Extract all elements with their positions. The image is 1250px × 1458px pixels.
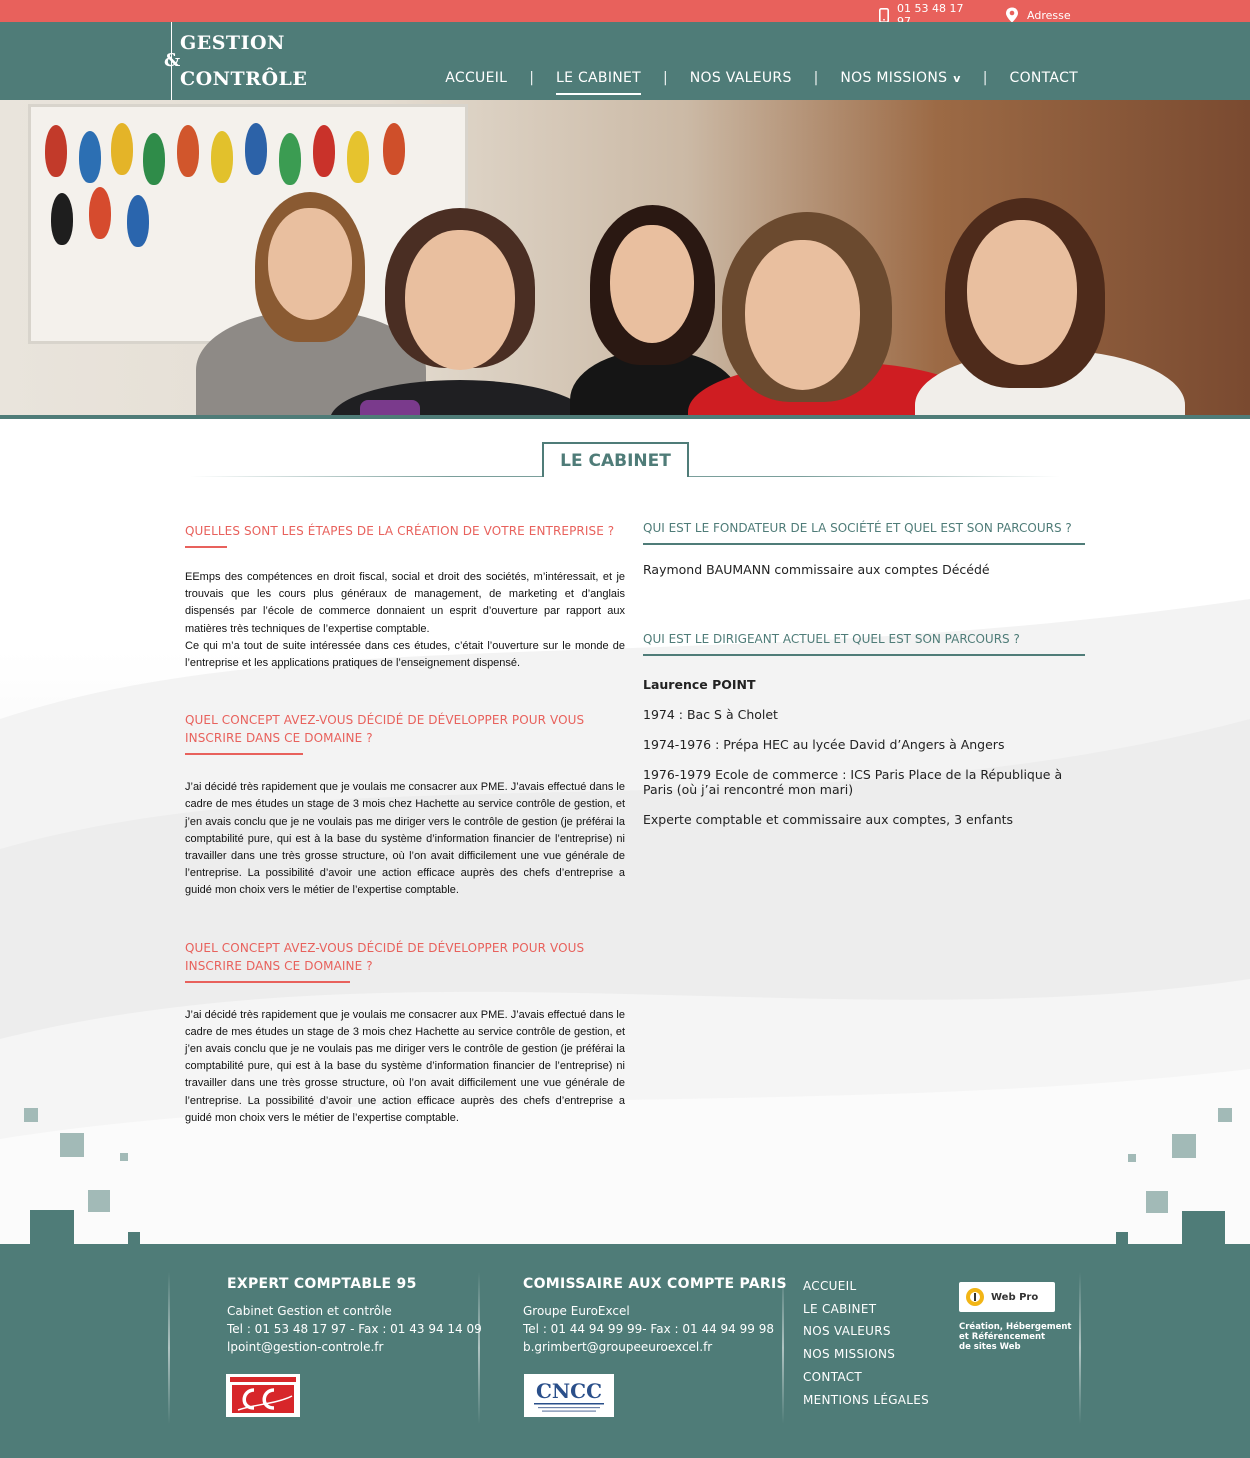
decor-square	[1182, 1211, 1225, 1244]
logo-ampersand: &	[164, 50, 181, 71]
question-underline	[185, 753, 303, 756]
footer-col-title: COMISSAIRE AUX COMPTE PARIS	[523, 1276, 787, 1292]
qa-block: QUELLES SONT LES ÉTAPES DE LA CRÉATION D…	[185, 522, 625, 672]
timeline-item: 1974 : Bac S à Cholet	[643, 707, 778, 722]
footer-divider	[1079, 1272, 1081, 1424]
question-heading: QUEL CONCEPT AVEZ-VOUS DÉCIDÉ DE DÉVELOP…	[185, 940, 585, 973]
footer-divider	[168, 1272, 170, 1424]
question-underline	[185, 980, 350, 983]
footer-link-le-cabinet[interactable]: LE CABINET	[803, 1298, 929, 1321]
decor-square	[30, 1210, 74, 1244]
decor-square	[1172, 1134, 1196, 1158]
footer-col-title: EXPERT COMPTABLE 95	[227, 1276, 417, 1292]
footer-col-commissaire: COMISSAIRE AUX COMPTE PARIS Groupe EuroE…	[523, 1276, 787, 1356]
leader-underline	[643, 654, 1085, 656]
footer-phones: Tel : 01 53 48 17 97 - Fax : 01 43 94 14…	[227, 1322, 482, 1336]
footer-col-expert: EXPERT COMPTABLE 95 Cabinet Gestion et c…	[227, 1276, 482, 1356]
footer-email[interactable]: lpoint@gestion-controle.fr	[227, 1338, 482, 1356]
mobile-phone-icon	[879, 7, 889, 23]
decor-square	[88, 1190, 110, 1212]
cncc-logo[interactable]: CNCC	[524, 1374, 614, 1417]
answer-paragraph: J’ai décidé très rapidement que je voula…	[185, 781, 625, 897]
decor-square	[1116, 1232, 1128, 1244]
ordre-experts-comptables-logo[interactable]	[226, 1374, 300, 1417]
answer-paragraph: EEmps des compétences en droit fiscal, s…	[185, 571, 625, 635]
founder-underline	[643, 543, 1085, 545]
decor-square	[1146, 1191, 1168, 1213]
header: GESTION & CONTRÔLE ACCUEIL | LE CABINET …	[0, 22, 1250, 100]
main-nav: ACCUEIL | LE CABINET | NOS VALEURS | NOS…	[439, 70, 1085, 95]
decor-square	[24, 1108, 38, 1122]
webpro-badge[interactable]: Web Pro	[959, 1282, 1055, 1312]
nav-accueil[interactable]: ACCUEIL	[439, 70, 513, 86]
webpro-label: Web Pro	[991, 1291, 1039, 1303]
footer-link-nos-valeurs[interactable]: NOS VALEURS	[803, 1320, 929, 1343]
answer-paragraph: Ce qui m’a tout de suite intéressée dans…	[185, 639, 625, 670]
footer-links: ACCUEIL LE CABINET NOS VALEURS NOS MISSI…	[803, 1275, 929, 1411]
hero-team-photo	[0, 100, 1250, 415]
decor-square	[120, 1153, 128, 1161]
webpro-logo	[966, 1288, 984, 1306]
decor-square	[1218, 1108, 1232, 1122]
logo-line1: GESTION	[180, 32, 285, 54]
question-heading: QUELLES SONT LES ÉTAPES DE LA CRÉATION D…	[185, 524, 615, 538]
section-title: LE CABINET	[542, 442, 689, 477]
footer-link-contact[interactable]: CONTACT	[803, 1366, 929, 1389]
nav-nos-missions-label: NOS MISSIONS	[840, 70, 948, 86]
timeline-item: 1976-1979 Ecole de commerce : ICS Paris …	[643, 767, 1063, 797]
footer: EXPERT COMPTABLE 95 Cabinet Gestion et c…	[0, 1244, 1250, 1458]
decor-square	[1128, 1154, 1136, 1162]
hero-border	[0, 415, 1250, 419]
nav-separator: |	[813, 70, 819, 86]
qa-block: QUEL CONCEPT AVEZ-VOUS DÉCIDÉ DE DÉVELOP…	[185, 711, 625, 899]
nav-separator: |	[529, 70, 534, 86]
map-pin-icon	[1006, 7, 1018, 23]
footer-email[interactable]: b.grimbert@groupeeuroexcel.fr	[523, 1338, 787, 1356]
chevron-down-icon: v	[953, 72, 961, 85]
svg-text:CNCC: CNCC	[536, 1379, 602, 1403]
logo-line2: CONTRÔLE	[180, 68, 308, 90]
nav-separator: |	[982, 70, 988, 86]
footer-link-nos-missions[interactable]: NOS MISSIONS	[803, 1343, 929, 1366]
webpro-caption-line: et Référencement	[959, 1332, 1046, 1342]
nav-contact[interactable]: CONTACT	[1004, 70, 1085, 86]
footer-link-accueil[interactable]: ACCUEIL	[803, 1275, 929, 1298]
decor-square	[60, 1133, 84, 1157]
footer-link-mentions-legales[interactable]: MENTIONS LÉGALES	[803, 1389, 929, 1412]
founder-text: Raymond BAUMANN commissaire aux comptes …	[643, 562, 990, 577]
left-column: QUELLES SONT LES ÉTAPES DE LA CRÉATION D…	[185, 522, 625, 1127]
question-underline	[185, 546, 227, 548]
timeline-item: 1974-1976 : Prépa HEC au lycée David d’A…	[643, 737, 1005, 752]
webpro-caption-line: Création, Hébergement	[959, 1322, 1072, 1332]
nav-nos-valeurs[interactable]: NOS VALEURS	[684, 70, 798, 86]
leader-name: Laurence POINT	[643, 677, 756, 692]
answer-paragraph: J’ai décidé très rapidement que je voula…	[185, 1008, 625, 1124]
footer-phones: Tel : 01 44 94 99 99- Fax : 01 44 94 99 …	[523, 1322, 774, 1336]
site-logo[interactable]: GESTION & CONTRÔLE	[164, 22, 314, 100]
footer-company: Groupe EuroExcel	[523, 1304, 630, 1318]
webpro-caption-line: de sites Web	[959, 1342, 1021, 1352]
footer-company: Cabinet Gestion et contrôle	[227, 1304, 392, 1318]
nav-le-cabinet[interactable]: LE CABINET	[550, 70, 647, 95]
nav-nos-missions[interactable]: NOS MISSIONS v	[834, 70, 966, 86]
leader-question: QUI EST LE DIRIGEANT ACTUEL ET QUEL EST …	[643, 632, 1020, 646]
question-heading: QUEL CONCEPT AVEZ-VOUS DÉCIDÉ DE DÉVELOP…	[185, 713, 585, 746]
decor-square	[128, 1232, 140, 1244]
webpro-caption: Création, Hébergement et Référencement d…	[959, 1322, 1079, 1352]
qa-block: QUEL CONCEPT AVEZ-VOUS DÉCIDÉ DE DÉVELOP…	[185, 939, 625, 1127]
timeline-item: Experte comptable et commissaire aux com…	[643, 812, 1014, 827]
nav-separator: |	[663, 70, 668, 86]
founder-question: QUI EST LE FONDATEUR DE LA SOCIÉTÉ ET QU…	[643, 521, 1072, 535]
address-label: Adresse	[1027, 8, 1071, 22]
right-column: QUI EST LE FONDATEUR DE LA SOCIÉTÉ ET QU…	[643, 519, 1085, 827]
